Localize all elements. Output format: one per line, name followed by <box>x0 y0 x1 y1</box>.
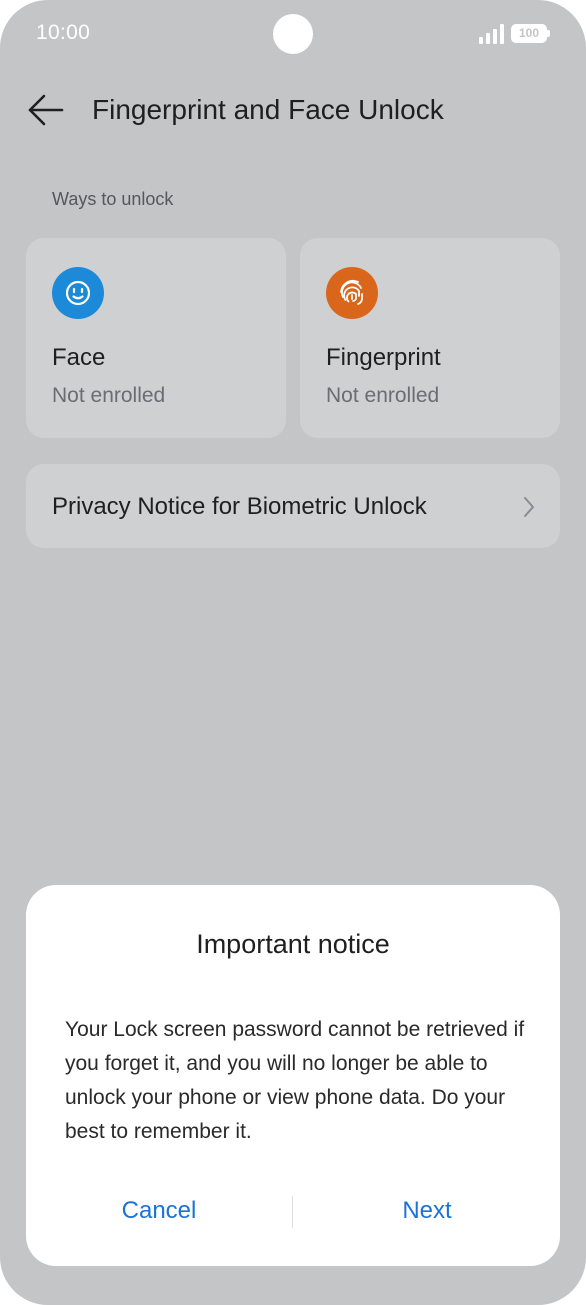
signal-icon <box>479 24 504 44</box>
battery-icon: 100 <box>511 24 550 43</box>
back-button[interactable] <box>24 90 68 130</box>
arrow-left-icon <box>28 94 64 126</box>
chevron-right-icon <box>524 497 534 517</box>
privacy-notice-row[interactable]: Privacy Notice for Biometric Unlock <box>26 464 560 548</box>
section-label: Ways to unlock <box>52 189 174 209</box>
fingerprint-unlock-card[interactable]: Fingerprint Not enrolled <box>300 238 560 438</box>
fingerprint-card-status: Not enrolled <box>326 384 440 407</box>
fingerprint-icon <box>326 267 378 319</box>
status-bar: 10:00 100 <box>0 0 586 70</box>
privacy-notice-label: Privacy Notice for Biometric Unlock <box>52 493 427 520</box>
action-divider <box>292 1196 293 1228</box>
page-title: Fingerprint and Face Unlock <box>92 94 444 125</box>
cancel-button[interactable]: Cancel <box>26 1181 292 1241</box>
face-card-status: Not enrolled <box>52 384 166 407</box>
phone-screen: 10:00 100 Fingerprint and Face Unlock Wa… <box>0 0 586 1305</box>
important-notice-dialog: Important notice Your Lock screen passwo… <box>26 885 560 1266</box>
dialog-message: Your Lock screen password cannot be retr… <box>65 1018 525 1143</box>
face-unlock-card[interactable]: Face Not enrolled <box>26 238 286 438</box>
dialog-actions: Cancel Next <box>26 1181 560 1241</box>
next-button[interactable]: Next <box>294 1181 560 1241</box>
fingerprint-card-title: Fingerprint <box>326 344 441 371</box>
face-card-title: Face <box>52 344 106 371</box>
camera-cutout <box>273 14 313 54</box>
face-icon <box>52 267 104 319</box>
dialog-title: Important notice <box>196 929 390 959</box>
status-time: 10:00 <box>36 21 91 44</box>
